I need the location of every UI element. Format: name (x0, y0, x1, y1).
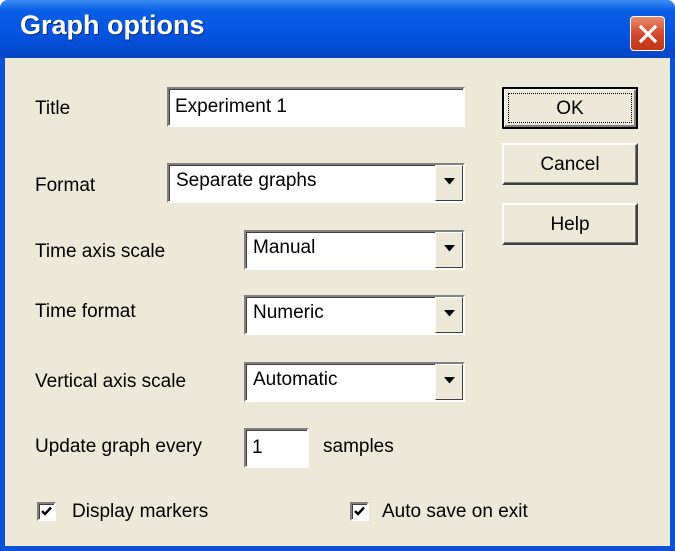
help-button[interactable]: Help (502, 203, 638, 245)
window-title: Graph options (20, 10, 205, 40)
cancel-button[interactable]: Cancel (502, 143, 638, 185)
help-button-label: Help (550, 214, 590, 235)
title-bar[interactable]: Graph options (0, 0, 675, 58)
format-dropdown[interactable]: Separate graphs (167, 163, 465, 203)
update-graph-every-label: Update graph every (35, 436, 202, 457)
display-markers-label[interactable]: Display markers (72, 501, 208, 523)
chevron-down-icon (444, 310, 455, 317)
vertical-axis-scale-dropdown[interactable]: Automatic (244, 362, 465, 402)
checkmark-icon (354, 506, 365, 516)
vertical-axis-scale-dropdown-button[interactable] (435, 364, 463, 400)
close-button[interactable] (630, 16, 665, 51)
chevron-down-icon (444, 178, 455, 185)
time-format-dropdown[interactable]: Numeric (244, 295, 465, 335)
dialog-body: Title Format Separate graphs Time axis s… (5, 58, 670, 546)
close-icon (638, 24, 658, 44)
time-format-selected-value: Numeric (253, 302, 324, 323)
format-selected-value: Separate graphs (176, 170, 317, 191)
chevron-down-icon (444, 377, 455, 384)
title-field[interactable] (167, 87, 465, 127)
update-interval-field[interactable] (244, 428, 309, 468)
samples-unit-label: samples (323, 436, 394, 457)
ok-button-label: OK (556, 98, 584, 119)
format-dropdown-button[interactable] (435, 165, 463, 201)
time-format-dropdown-button[interactable] (435, 297, 463, 333)
time-axis-scale-selected-value: Manual (253, 237, 316, 258)
update-interval-input[interactable] (246, 430, 307, 466)
time-axis-scale-dropdown-button[interactable] (435, 232, 463, 268)
title-label: Title (35, 98, 71, 119)
title-input[interactable] (169, 89, 463, 125)
ok-button[interactable]: OK (502, 87, 638, 129)
format-label: Format (35, 175, 96, 196)
graph-options-dialog: Graph options Title Format Separate grap… (0, 0, 675, 551)
auto-save-checkbox[interactable] (350, 502, 369, 521)
chevron-down-icon (444, 245, 455, 252)
auto-save-label[interactable]: Auto save on exit (382, 501, 528, 523)
time-axis-scale-label: Time axis scale (35, 241, 166, 262)
vertical-axis-scale-label: Vertical axis scale (35, 371, 187, 392)
time-axis-scale-dropdown[interactable]: Manual (244, 230, 465, 270)
vertical-axis-scale-selected-value: Automatic (253, 369, 338, 390)
cancel-button-label: Cancel (540, 154, 600, 175)
display-markers-checkbox[interactable] (37, 502, 56, 521)
time-format-label: Time format (35, 301, 136, 322)
checkmark-icon (41, 506, 52, 516)
